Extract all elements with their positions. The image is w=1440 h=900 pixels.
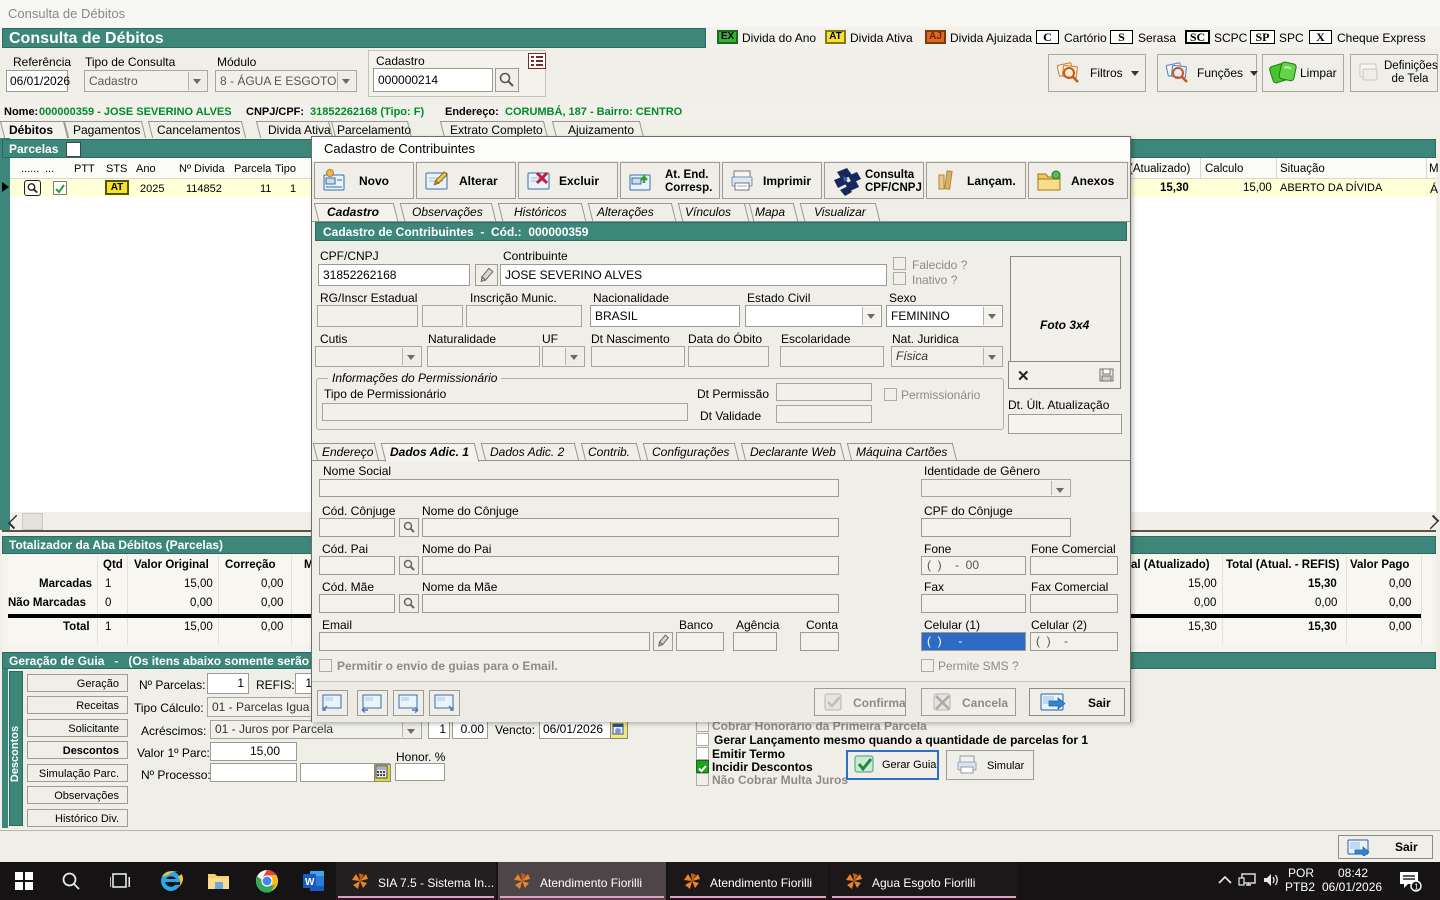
svg-text:1: 1 [1414,883,1419,892]
svg-text:W: W [305,877,315,888]
